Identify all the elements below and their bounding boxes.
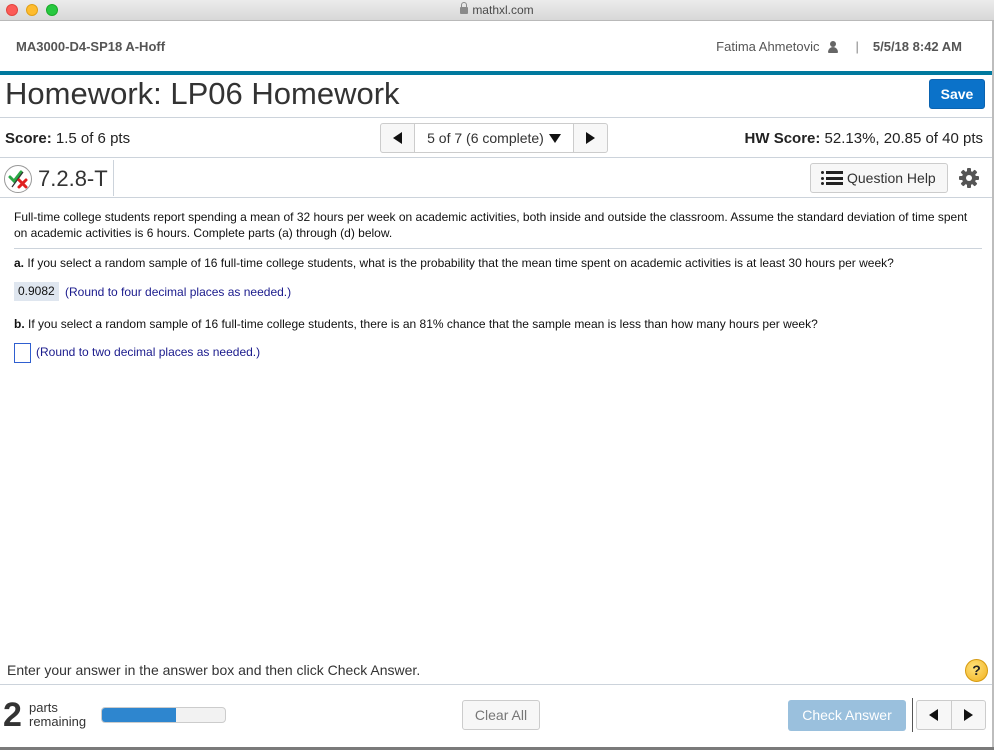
left-arrow-icon (929, 709, 939, 721)
left-arrow-icon (393, 132, 402, 144)
part-a-answer[interactable]: 0.9082 (14, 282, 59, 301)
question-help-button[interactable]: Question Help (810, 163, 948, 193)
part-b-hint: (Round to two decimal places as needed.) (36, 345, 261, 359)
datetime: 5/5/18 8:42 AM (872, 39, 962, 54)
right-arrow-icon (963, 709, 973, 721)
divider (0, 684, 994, 685)
list-icon (821, 171, 843, 185)
parts-remaining-label: parts remaining (29, 701, 86, 729)
title-bar: mathxl.com (0, 0, 994, 21)
part-b-answer-input[interactable] (14, 343, 31, 363)
user-icon (827, 40, 839, 53)
progress-fill (102, 708, 176, 722)
check-answer-button[interactable]: Check Answer (788, 700, 906, 731)
parts-word: parts (29, 700, 58, 715)
parts-remaining-count: 2 (3, 696, 22, 734)
divider (0, 157, 994, 158)
part-a-prompt: a. If you select a random sample of 16 f… (14, 256, 894, 270)
hw-score-value: 52.13%, 20.85 of 40 pts (824, 130, 983, 147)
bottom-previous-button[interactable] (917, 701, 952, 729)
save-button[interactable]: Save (929, 79, 985, 109)
part-a-hint: (Round to four decimal places as needed.… (65, 285, 292, 299)
remaining-word: remaining (29, 714, 87, 729)
part-a-label: a. (14, 256, 25, 270)
course-name: MA3000-D4-SP18 A-Hoff (16, 39, 166, 54)
divider (113, 160, 114, 196)
gear-icon[interactable] (958, 167, 980, 189)
user-name[interactable]: Fatima Ahmetovic (716, 39, 819, 54)
clear-all-button[interactable]: Clear All (462, 700, 540, 730)
score-value: 1.5 of 6 pts (55, 130, 131, 147)
divider (14, 248, 982, 249)
help-icon[interactable]: ? (965, 659, 988, 682)
address-bar[interactable]: mathxl.com (0, 2, 994, 17)
question-intro: Full-time college students report spendi… (14, 210, 968, 240)
page-title: Homework: LP06 Homework (5, 76, 400, 111)
lock-icon (460, 2, 469, 14)
part-b-text: If you select a random sample of 16 full… (28, 317, 818, 331)
homework-score: HW Score: 52.13%, 20.85 of 40 pts (745, 130, 983, 147)
hw-score-label: HW Score: (744, 130, 821, 147)
part-a-text: If you select a random sample of 16 full… (27, 256, 894, 270)
partial-credit-icon (4, 165, 32, 193)
divider (0, 117, 994, 118)
url-text: mathxl.com (472, 3, 534, 17)
right-arrow-icon (586, 132, 595, 144)
next-question-button[interactable] (574, 124, 607, 152)
user-area: Fatima Ahmetovic | 5/5/18 8:42 AM (716, 39, 962, 54)
question-position: 5 of 7 (6 complete) (427, 130, 544, 146)
question-help-label: Question Help (847, 170, 936, 186)
question-score: Score: 1.5 of 6 pts (5, 130, 130, 147)
instruction-text: Enter your answer in the answer box and … (7, 662, 421, 678)
divider (0, 197, 994, 198)
course-header: MA3000-D4-SP18 A-Hoff Fatima Ahmetovic |… (0, 21, 994, 71)
divider (912, 698, 913, 732)
parts-progress-bar (101, 707, 226, 723)
part-b-label: b. (14, 317, 25, 331)
browser-window: mathxl.com MA3000-D4-SP18 A-Hoff Fatima … (0, 0, 994, 750)
question-select-dropdown[interactable]: 5 of 7 (6 complete) (414, 124, 574, 152)
bottom-next-button[interactable] (952, 701, 986, 729)
score-label: Score: (5, 130, 52, 147)
bottom-question-navigator (916, 700, 986, 730)
part-b-prompt: b. If you select a random sample of 16 f… (14, 317, 818, 331)
previous-question-button[interactable] (381, 124, 414, 152)
question-id: 7.2.8-T (38, 166, 108, 191)
question-navigator: 5 of 7 (6 complete) (380, 123, 608, 153)
header-separator: | (855, 39, 859, 54)
caret-down-icon (548, 133, 561, 143)
